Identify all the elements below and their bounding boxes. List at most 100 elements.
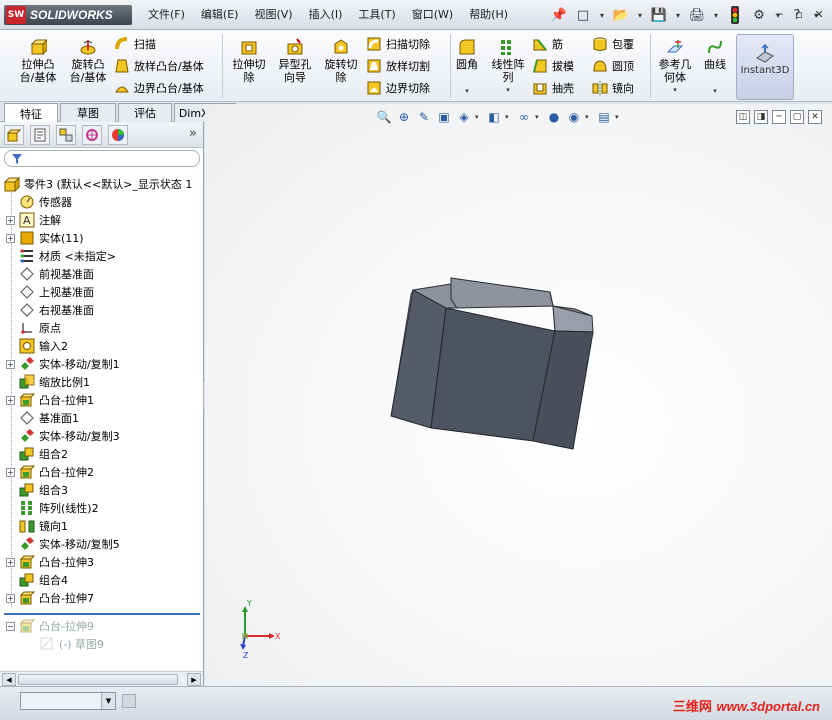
tree-item-rolled-back[interactable]: (-) 草图9 [26, 635, 104, 653]
mirror-button[interactable]: 镜向 [592, 78, 634, 98]
expand-toggle-icon[interactable]: + [6, 215, 15, 225]
boundary-cut-button[interactable]: 边界切除 [366, 78, 430, 98]
instant3d-button[interactable]: Instant3D [736, 34, 794, 100]
collapse-toggle-icon[interactable]: − [6, 621, 15, 631]
expand-toggle-icon[interactable]: + [6, 233, 15, 243]
chevron-down-icon[interactable]: ▼ [101, 693, 115, 709]
hole-wizard-button[interactable]: 异型孔 向导 [272, 38, 318, 84]
print-dropdown-icon[interactable]: ▾ [710, 5, 722, 25]
tree-item[interactable]: 材质 <未指定> [6, 247, 116, 265]
solidworks-logo[interactable]: SW SOLIDWORKS [4, 5, 132, 25]
extrude-boss-button[interactable]: 拉伸凸 台/基体 [14, 38, 62, 84]
minimize-icon[interactable]: ─ [770, 6, 788, 22]
options-icon[interactable]: ⚙ [748, 5, 770, 25]
tree-item[interactable]: + 凸台-拉伸1 [6, 391, 94, 409]
status-bar-icon[interactable] [122, 694, 136, 708]
tree-item[interactable]: + 凸台-拉伸7 [6, 589, 94, 607]
tree-item[interactable]: 输入2 [6, 337, 68, 355]
tab-evaluate[interactable]: 评估 [118, 103, 172, 122]
tree-item[interactable]: 右视基准面 [6, 301, 94, 319]
scroll-right-icon[interactable]: ▶ [187, 673, 201, 686]
expand-toggle-icon[interactable]: + [6, 359, 15, 369]
linear-pattern-button[interactable]: 线性阵 列 ▾ [486, 38, 530, 97]
menu-edit[interactable]: 编辑(E) [193, 0, 247, 30]
tab-features[interactable]: 特征 [4, 103, 58, 123]
configuration-select[interactable]: ▼ [20, 692, 116, 710]
more-tabs-icon[interactable]: » [189, 126, 197, 141]
scroll-left-icon[interactable]: ◀ [2, 673, 16, 686]
sweep-button[interactable]: 扫描 [114, 34, 156, 54]
menu-tools[interactable]: 工具(T) [350, 0, 403, 30]
tree-item[interactable]: 传感器 [6, 193, 72, 211]
open-icon[interactable]: 📂 [610, 5, 632, 25]
scroll-thumb[interactable] [18, 674, 178, 685]
tree-item[interactable]: 组合3 [6, 481, 68, 499]
open-dropdown-icon[interactable]: ▾ [634, 5, 646, 25]
property-manager-tab-icon[interactable] [30, 125, 50, 145]
menu-insert[interactable]: 插入(I) [301, 0, 351, 30]
tree-item[interactable]: 组合2 [6, 445, 68, 463]
print-icon[interactable]: 🖨 [686, 5, 708, 25]
tree-item-rolled-back[interactable]: − 凸台-拉伸9 [6, 617, 94, 635]
pin-icon[interactable]: 📌 [548, 5, 570, 25]
rebuild-traffic-light-icon[interactable] [724, 5, 746, 25]
rollback-bar[interactable] [4, 613, 200, 615]
horizontal-scrollbar[interactable]: ◀ ▶ [0, 671, 203, 686]
tree-filter-input[interactable] [4, 150, 200, 167]
tree-item[interactable]: 实体-移动/复制3 [6, 427, 120, 445]
shell-button[interactable]: 抽壳 [532, 78, 574, 98]
reference-geometry-button[interactable]: 参考几 何体 ▾ [652, 38, 698, 97]
boundary-boss-button[interactable]: 边界凸台/基体 [114, 78, 204, 98]
tree-item[interactable]: 阵列(线性)2 [6, 499, 99, 517]
rib-button[interactable]: 筋 [532, 34, 563, 54]
expand-toggle-icon[interactable]: + [6, 467, 15, 477]
menu-window[interactable]: 窗口(W) [404, 0, 461, 30]
loft-cut-button[interactable]: 放样切割 [366, 56, 430, 76]
linear-pattern-dropdown-icon[interactable]: ▾ [506, 84, 510, 97]
new-dropdown-icon[interactable]: ▾ [596, 5, 608, 25]
dimxpert-manager-tab-icon[interactable] [82, 125, 102, 145]
extrude-cut-button[interactable]: 拉伸切 除 [226, 38, 272, 84]
revolve-cut-button[interactable]: 旋转切 除 [318, 38, 364, 84]
fillet-button[interactable]: 圆角 ▾ [452, 38, 482, 98]
tree-item[interactable]: 上视基准面 [6, 283, 94, 301]
tree-item[interactable]: + 实体-移动/复制1 [6, 355, 120, 373]
tree-item[interactable]: 前视基准面 [6, 265, 94, 283]
expand-toggle-icon[interactable]: + [6, 557, 15, 567]
new-document-icon[interactable]: □ [572, 5, 594, 25]
tree-item[interactable]: 原点 [6, 319, 61, 337]
tree-item[interactable]: 实体-移动/复制5 [6, 535, 120, 553]
fillet-dropdown-icon[interactable]: ▾ [465, 85, 469, 98]
menu-view[interactable]: 视图(V) [246, 0, 300, 30]
model-view[interactable]: Y X Z [205, 104, 832, 686]
menu-help[interactable]: 帮助(H) [461, 0, 516, 30]
feature-manager-tab-icon[interactable] [4, 125, 24, 145]
tree-root-part[interactable]: 零件3 (默认<<默认>_显示状态 1 [4, 175, 192, 193]
draft-button[interactable]: 拔模 [532, 56, 574, 76]
display-manager-tab-icon[interactable] [108, 125, 128, 145]
expand-toggle-icon[interactable]: + [6, 395, 15, 405]
save-dropdown-icon[interactable]: ▾ [672, 5, 684, 25]
restore-icon[interactable]: ▫ [790, 6, 808, 22]
save-icon[interactable]: 💾 [648, 5, 670, 25]
curves-dropdown-icon[interactable]: ▾ [713, 85, 717, 98]
sweep-cut-button[interactable]: 扫描切除 [366, 34, 430, 54]
tree-item[interactable]: 基准面1 [6, 409, 79, 427]
tree-item[interactable]: + 实体(11) [6, 229, 84, 247]
tree-item[interactable]: + 凸台-拉伸2 [6, 463, 94, 481]
tree-item[interactable]: + 凸台-拉伸3 [6, 553, 94, 571]
tree-item[interactable]: + A 注解 [6, 211, 61, 229]
wrap-button[interactable]: 包覆 [592, 34, 634, 54]
loft-boss-button[interactable]: 放样凸台/基体 [114, 56, 204, 76]
graphics-area[interactable]: 🔍 ⊕ ✎ ▣ ◈ ▾ ◧ ▾ ∞ ▾ ● ◉ ▾ ▤ ▾ ◫ ◨ ─ ▢ ✕ [205, 104, 832, 686]
reference-geometry-dropdown-icon[interactable]: ▾ [673, 84, 677, 97]
3d-model-part[interactable] [390, 277, 594, 450]
tree-item[interactable]: 组合4 [6, 571, 68, 589]
close-icon[interactable]: ✕ [810, 6, 828, 22]
tab-sketch[interactable]: 草图 [60, 103, 116, 122]
tree-item[interactable]: 缩放比例1 [6, 373, 90, 391]
menu-file[interactable]: 文件(F) [140, 0, 193, 30]
dome-button[interactable]: 圆顶 [592, 56, 634, 76]
curves-button[interactable]: 曲线 ▾ [700, 38, 730, 98]
configuration-manager-tab-icon[interactable] [56, 125, 76, 145]
